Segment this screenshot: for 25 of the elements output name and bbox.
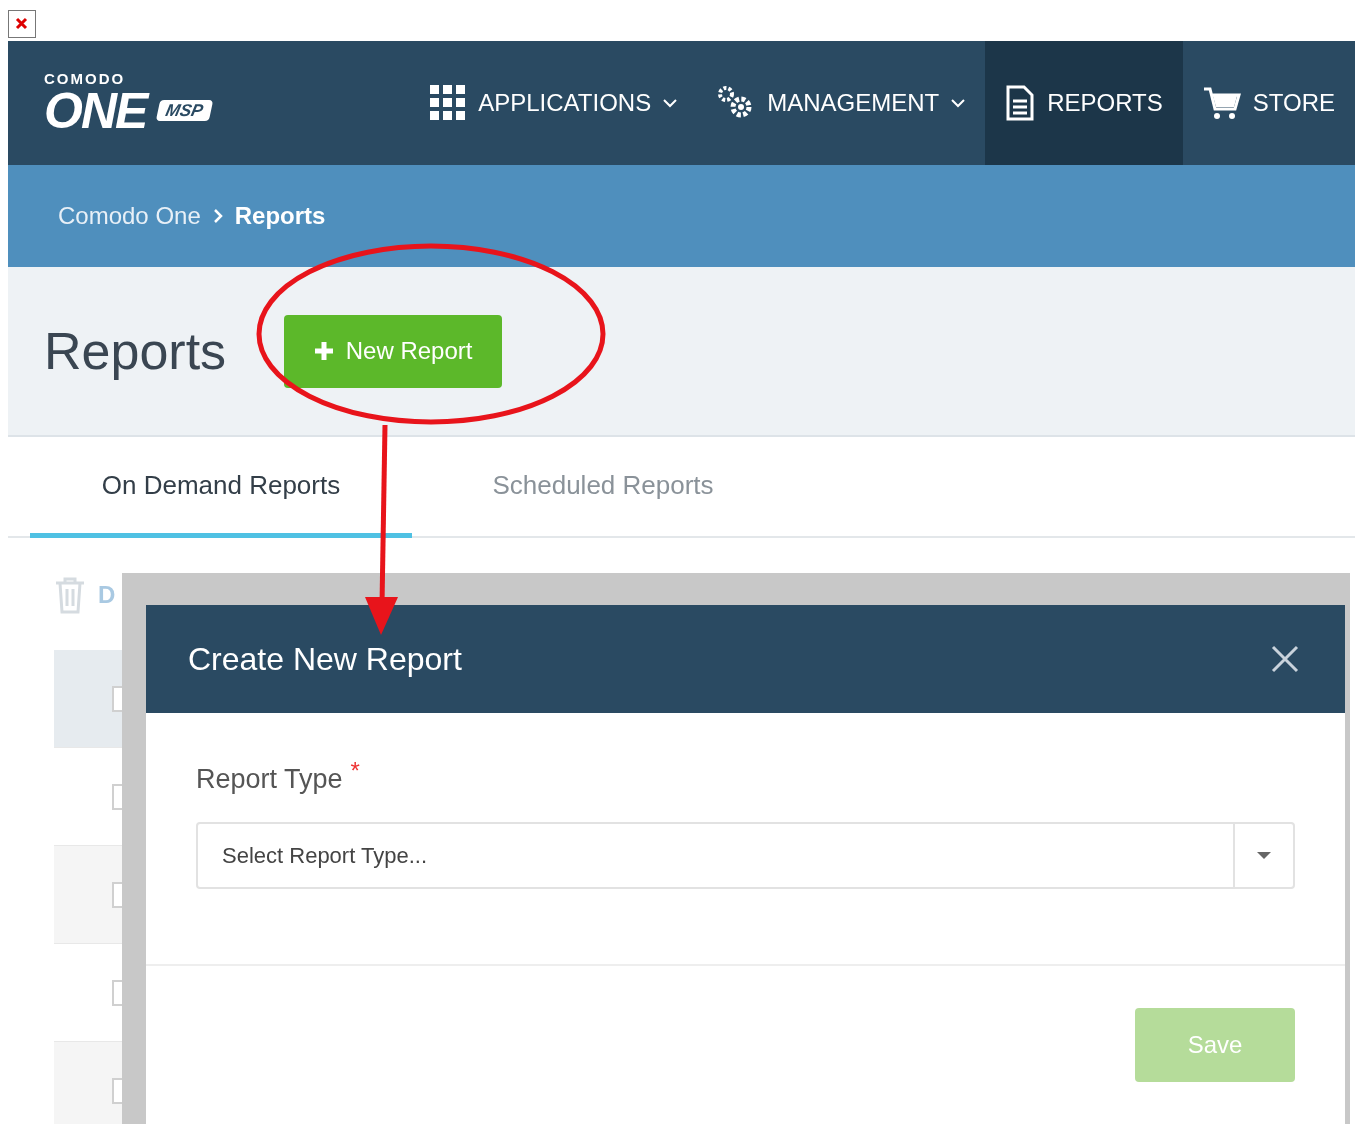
new-report-button[interactable]: New Report	[284, 314, 503, 388]
page-title: Reports	[44, 321, 227, 382]
chevron-right-icon	[212, 209, 223, 223]
plus-icon	[313, 341, 334, 361]
tab[interactable]: On Demand Reports	[30, 437, 412, 538]
required-mark: *	[350, 759, 360, 783]
tab[interactable]: Scheduled Reports	[412, 437, 794, 538]
nav-item[interactable]: MANAGEMENT	[697, 41, 986, 165]
caret-icon	[1257, 851, 1271, 859]
nav-item[interactable]: APPLICATIONS	[410, 41, 698, 165]
trash-icon	[54, 576, 86, 614]
logo: COMODO ONE MSP	[8, 41, 212, 165]
nav-item[interactable]: STORE	[1182, 41, 1355, 165]
nav-item[interactable]: REPORTS	[985, 41, 1183, 165]
breadcrumb-link[interactable]: Reports	[234, 198, 326, 234]
cart-icon	[1202, 85, 1241, 121]
close-icon	[1271, 645, 1299, 673]
breadcrumb-link[interactable]: Comodo One	[58, 198, 201, 234]
report-type-select[interactable]: Select Report Type...	[196, 821, 1295, 889]
field-label: Report Type	[196, 763, 343, 796]
grid-icon	[430, 85, 467, 121]
broken-image-icon	[8, 10, 36, 38]
dialog-title: Create New Report	[188, 640, 462, 679]
document-icon	[1005, 85, 1036, 121]
report-type-input[interactable]: Select Report Type...	[222, 838, 1233, 872]
